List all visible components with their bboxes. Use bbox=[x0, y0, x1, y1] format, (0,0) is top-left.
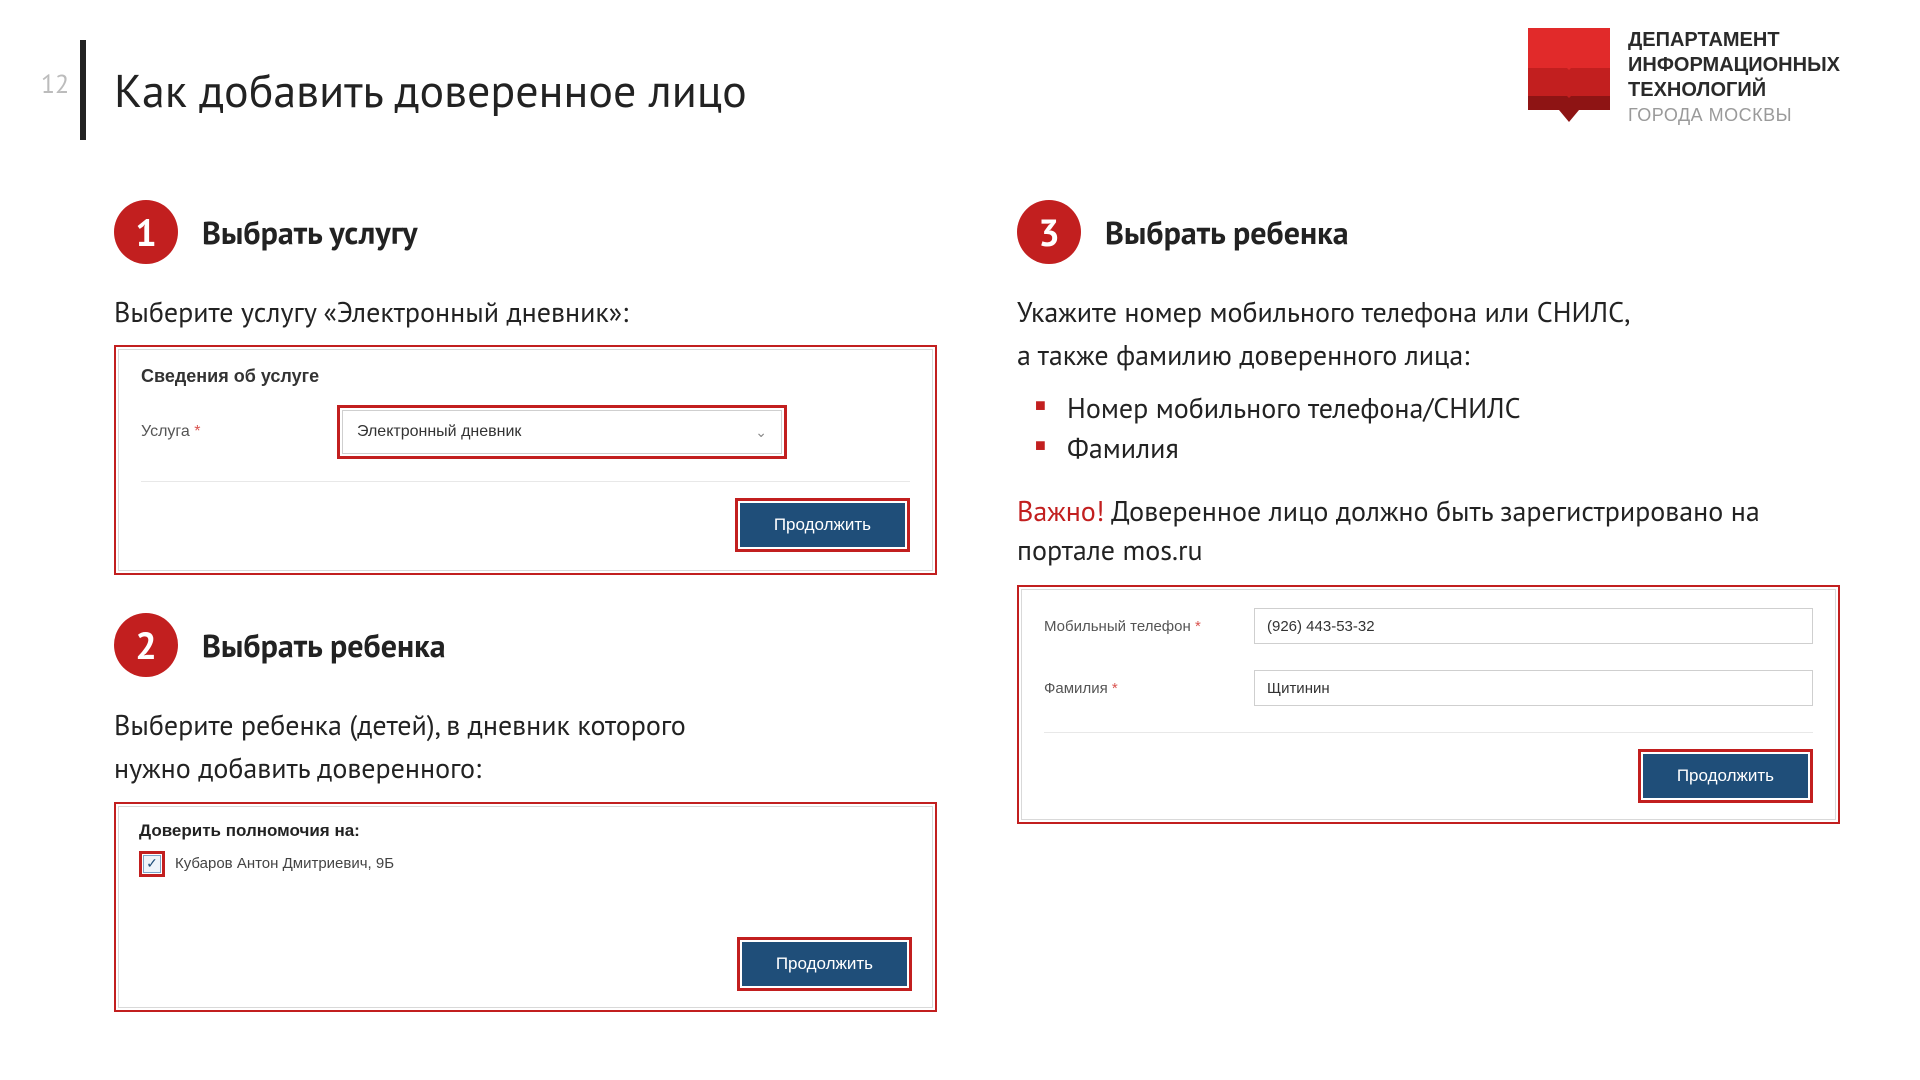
bullet-phone: Номер мобильного телефона/СНИЛС bbox=[1035, 388, 1840, 427]
continue-button[interactable]: Продолжить bbox=[1643, 754, 1808, 798]
step3-title: Выбрать ребенка bbox=[1105, 211, 1349, 253]
divider bbox=[141, 481, 910, 482]
phone-input[interactable] bbox=[1254, 608, 1813, 644]
surname-input[interactable] bbox=[1254, 670, 1813, 706]
left-column: 1 Выбрать услугу Выберите услугу «Электр… bbox=[114, 200, 937, 1012]
step2-card-heading: Доверить полномочия на: bbox=[139, 821, 912, 841]
title-block: Как добавить доверенное лицо bbox=[80, 40, 747, 140]
step1-desc: Выберите услугу «Электронный дневник»: bbox=[114, 292, 937, 331]
logo-text: ДЕПАРТАМЕНТ ИНФОРМАЦИОННЫХ ТЕХНОЛОГИЙ ГО… bbox=[1628, 28, 1840, 126]
step3-badge: 3 bbox=[1017, 200, 1081, 264]
important-note: Важно! Доверенное лицо должно быть зарег… bbox=[1017, 491, 1840, 569]
step1-badge: 1 bbox=[114, 200, 178, 264]
divider bbox=[1044, 732, 1813, 733]
surname-label: Фамилия * bbox=[1044, 680, 1254, 697]
important-prefix: Важно! bbox=[1017, 492, 1104, 529]
continue-button[interactable]: Продолжить bbox=[742, 942, 907, 986]
chevron-down-icon: ⌄ bbox=[755, 424, 767, 441]
step1-header: 1 Выбрать услугу bbox=[114, 200, 937, 264]
title-bar bbox=[80, 40, 86, 140]
step2-desc-l1: Выберите ребенка (детей), в дневник кото… bbox=[114, 705, 937, 744]
bullet-surname: Фамилия bbox=[1035, 428, 1840, 467]
child-checkbox[interactable]: ✓ bbox=[143, 855, 161, 873]
step2-title: Выбрать ребенка bbox=[202, 624, 446, 666]
step2-card: Доверить полномочия на: ✓ Кубаров Антон … bbox=[114, 802, 937, 1012]
continue-button[interactable]: Продолжить bbox=[740, 503, 905, 547]
step3-desc-l1: Укажите номер мобильного телефона или СН… bbox=[1017, 292, 1840, 331]
step3-desc-l2: а также фамилию доверенного лица: bbox=[1017, 335, 1840, 374]
button-highlight: Продолжить bbox=[1638, 749, 1813, 803]
service-label: Услуга * bbox=[141, 423, 301, 441]
important-text: Доверенное лицо должно быть зарегистриро… bbox=[1017, 492, 1760, 568]
select-highlight: Электронный дневник ⌄ bbox=[337, 405, 787, 459]
child-name: Кубаров Антон Дмитриевич, 9Б bbox=[175, 855, 394, 872]
phone-label: Мобильный телефон * bbox=[1044, 618, 1254, 635]
step2-header: 2 Выбрать ребенка bbox=[114, 613, 937, 677]
page-number: 12 bbox=[30, 40, 80, 101]
logo-line2: ИНФОРМАЦИОННЫХ bbox=[1628, 53, 1840, 78]
step3-card: Мобильный телефон * Фамилия * Продолжить bbox=[1017, 585, 1840, 824]
step2-desc-l2: нужно добавить доверенного: bbox=[114, 748, 937, 787]
step1-title: Выбрать услугу bbox=[202, 211, 418, 253]
logo-subtitle: ГОРОДА МОСКВЫ bbox=[1628, 105, 1840, 126]
dept-logo: ДЕПАРТАМЕНТ ИНФОРМАЦИОННЫХ ТЕХНОЛОГИЙ ГО… bbox=[1528, 28, 1840, 126]
button-highlight: Продолжить bbox=[735, 498, 910, 552]
logo-line1: ДЕПАРТАМЕНТ bbox=[1628, 28, 1840, 53]
step2-badge: 2 bbox=[114, 613, 178, 677]
button-highlight: Продолжить bbox=[737, 937, 912, 991]
logo-line3: ТЕХНОЛОГИЙ bbox=[1628, 78, 1840, 103]
checkbox-highlight: ✓ bbox=[139, 851, 165, 877]
page-title: Как добавить доверенное лицо bbox=[114, 40, 747, 140]
child-row: ✓ Кубаров Антон Дмитриевич, 9Б bbox=[139, 851, 912, 877]
step3-header: 3 Выбрать ребенка bbox=[1017, 200, 1840, 264]
step1-card: Сведения об услуге Услуга * Электронный … bbox=[114, 345, 937, 575]
service-select[interactable]: Электронный дневник ⌄ bbox=[342, 410, 782, 454]
service-select-value: Электронный дневник bbox=[357, 423, 521, 441]
step3-bullets: Номер мобильного телефона/СНИЛС Фамилия bbox=[1035, 388, 1840, 466]
right-column: 3 Выбрать ребенка Укажите номер мобильно… bbox=[1017, 200, 1840, 1012]
step1-card-heading: Сведения об услуге bbox=[141, 366, 910, 387]
shield-icon bbox=[1528, 28, 1610, 120]
